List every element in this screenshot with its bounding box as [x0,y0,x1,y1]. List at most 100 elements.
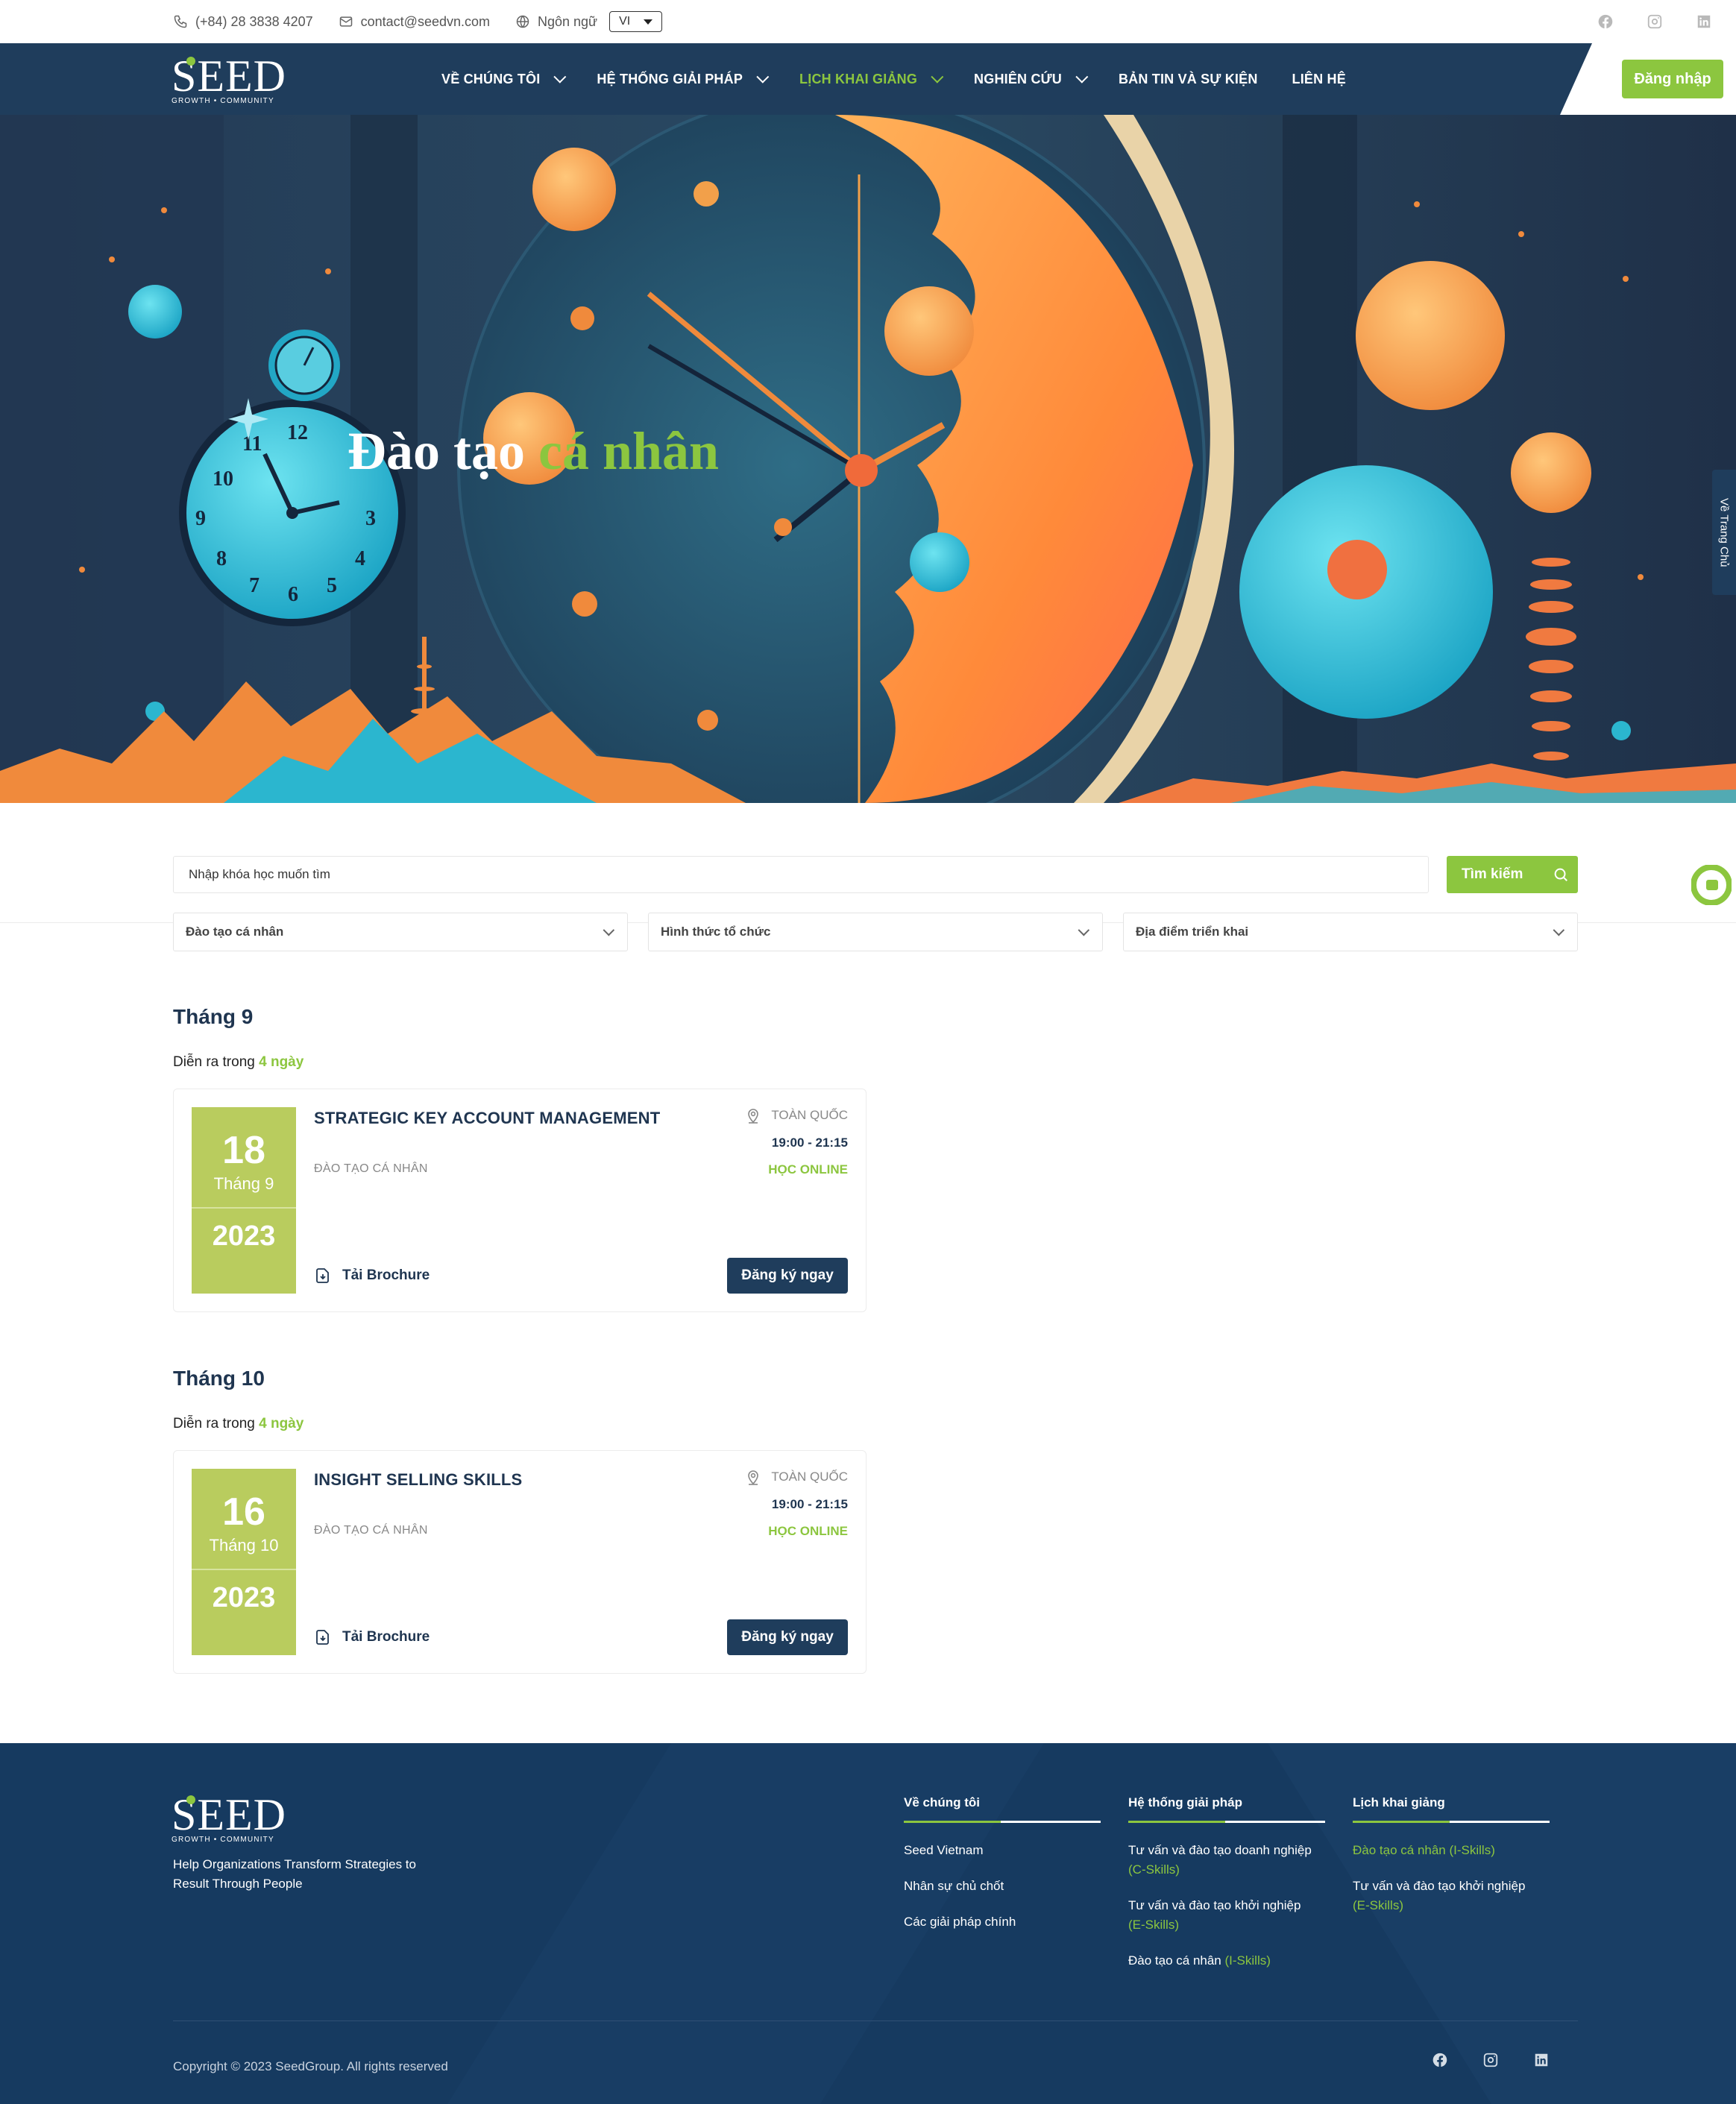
month-title: Tháng 10 [173,1367,265,1390]
language-label: Ngôn ngữ [538,13,598,29]
download-brochure-link[interactable]: Tải Brochure [314,1628,430,1646]
login-button[interactable]: Đăng nhập [1622,60,1723,98]
hero-banner: 11 12 10 938 4765 Đào tạo cá nhân Về Tra… [0,115,1736,803]
language-select[interactable]: VI [609,11,663,32]
facebook-icon[interactable] [1597,13,1614,30]
chevron-down-icon [1075,70,1089,84]
svg-text:9: 9 [195,507,206,530]
seed-logo[interactable]: SEED GROWTH • COMMUNITY [172,51,286,105]
course-date-box: 16 Tháng 10 2023 [192,1469,296,1655]
footer-link[interactable]: Nhân sự chủ chốt [904,1877,1101,1896]
back-to-home-tab[interactable]: Về Trang Chủ [1712,470,1736,595]
hero-illustration: 11 12 10 9 3 8 4 7 6 5 [0,115,1736,803]
logo-dot-icon [186,57,195,66]
nav-item-news-events[interactable]: BẢN TIN VÀ SỰ KIỆN [1119,72,1258,87]
filter-format[interactable]: Hình thức tổ chức [648,913,1103,951]
instagram-icon[interactable] [1647,13,1663,30]
footer-link[interactable]: Đào tạo cá nhân (I-Skills) [1128,1951,1325,1971]
main-navigation: SEED GROWTH • COMMUNITY VỀ CHÚNG TÔI HỆ … [0,43,1736,115]
month-duration: Diễn ra trong 4 ngày [173,1416,304,1431]
chevron-down-icon [553,70,567,84]
course-date-box: 18 Tháng 9 2023 [192,1107,296,1294]
nav-item-research[interactable]: NGHIÊN CỨU [974,70,1089,87]
footer-column-title: Hệ thống giải pháp [1128,1795,1325,1823]
download-brochure-link[interactable]: Tải Brochure [314,1267,430,1285]
chevron-down-icon [1078,924,1090,936]
footer-column-title: Lịch khai giảng [1353,1795,1550,1823]
month-section-september: Tháng 9 Diễn ra trong 4 ngày [173,1005,304,1071]
course-card[interactable]: 16 Tháng 10 2023 INSIGHT SELLING SKILLS … [173,1450,867,1674]
nav-item-contact[interactable]: LIÊN HỆ [1292,72,1346,87]
footer-divider [173,2020,1578,2021]
footer-column-about: Về chúng tôi Seed Vietnam Nhân sự chủ ch… [904,1795,1101,1948]
course-time: 19:00 - 21:15 [771,1497,848,1511]
hero-title: Đào tạo cá nhân [347,421,720,481]
course-location: TOÀN QUỐC [746,1107,848,1124]
course-card[interactable]: 18 Tháng 9 2023 STRATEGIC KEY ACCOUNT MA… [173,1089,867,1312]
course-location: TOÀN QUỐC [746,1469,848,1485]
language-value: VI [619,15,631,28]
download-doc-icon [316,1268,329,1283]
contact-info: (+84) 28 3838 4207 contact@seedvn.com Ng… [173,0,663,43]
nav-item-schedule[interactable]: LỊCH KHAI GIẢNG [799,70,944,87]
search-button-label: Tìm kiếm [1462,866,1523,882]
filter-location[interactable]: Địa điểm triển khai [1123,913,1578,951]
filter-bar: Đào tạo cá nhân Hình thức tổ chức Địa đi… [173,913,1578,951]
phone-contact[interactable]: (+84) 28 3838 4207 [173,14,313,30]
svg-text:4: 4 [355,547,365,570]
course-title[interactable]: STRATEGIC KEY ACCOUNT MANAGEMENT [314,1109,660,1128]
footer-social-links [1432,2052,1550,2068]
top-social-links [1597,0,1712,43]
svg-text:3: 3 [365,507,376,530]
logo-wordmark: SEED [172,51,286,101]
register-button[interactable]: Đăng ký ngay [727,1619,848,1655]
linkedin-icon[interactable] [1533,2052,1550,2068]
chevron-down-icon [931,70,944,84]
logo-dot-icon [186,1795,195,1804]
logo-wordmark: SEED [172,1790,286,1839]
footer-link[interactable]: Seed Vietnam [904,1841,1101,1860]
email-contact[interactable]: contact@seedvn.com [339,14,490,30]
month-title: Tháng 9 [173,1005,254,1028]
register-button[interactable]: Đăng ký ngay [727,1258,848,1294]
course-mode: HỌC ONLINE [768,1162,848,1177]
search-input[interactable]: Nhập khóa học muốn tìm [173,856,1429,893]
linkedin-icon[interactable] [1696,13,1712,30]
chevron-down-icon [1553,924,1565,936]
svg-text:12: 12 [287,421,308,444]
chat-widget-icon[interactable] [1691,865,1732,905]
chevron-down-icon [603,924,615,936]
nav-menu: VỀ CHÚNG TÔI HỆ THỐNG GIẢI PHÁP LỊCH KHA… [441,43,1380,115]
footer-link[interactable]: Đào tạo cá nhân (I-Skills) [1353,1841,1550,1860]
nav-item-solutions[interactable]: HỆ THỐNG GIẢI PHÁP [597,70,770,87]
svg-text:10: 10 [213,467,233,491]
svg-text:5: 5 [327,574,337,597]
svg-text:8: 8 [216,547,227,570]
instagram-icon[interactable] [1482,2052,1499,2068]
footer-column-schedule: Lịch khai giảng Đào tạo cá nhân (I-Skill… [1353,1795,1550,1932]
footer-link[interactable]: Tư vấn và đào tạo khởi nghiệp (E-Skills) [1353,1877,1550,1915]
course-category: ĐÀO TẠO CÁ NHÂN [314,1524,428,1537]
course-search: Nhập khóa học muốn tìm Tìm kiếm [173,856,1578,893]
footer-column-title: Về chúng tôi [904,1795,1101,1823]
facebook-icon[interactable] [1432,2052,1448,2068]
language-switcher: Ngôn ngữ VI [515,11,663,32]
phone-number: (+84) 28 3838 4207 [195,13,313,29]
footer-logo[interactable]: SEED GROWTH • COMMUNITY [172,1790,286,1844]
svg-text:11: 11 [242,432,262,456]
nav-item-about[interactable]: VỀ CHÚNG TÔI [441,70,567,87]
search-button[interactable]: Tìm kiếm [1447,856,1578,893]
download-doc-icon [316,1630,329,1645]
globe-icon [516,15,529,28]
top-bar: (+84) 28 3838 4207 contact@seedvn.com Ng… [0,0,1736,43]
footer-link[interactable]: Tư vấn và đào tạo doanh nghiệp (C-Skills) [1128,1841,1325,1880]
footer-link[interactable]: Các giải pháp chính [904,1912,1101,1932]
month-duration: Diễn ra trong 4 ngày [173,1054,304,1070]
search-icon [1555,868,1568,881]
footer-link[interactable]: Tư vấn và đào tạo khởi nghiệp (E-Skills) [1128,1896,1325,1935]
course-time: 19:00 - 21:15 [771,1136,848,1150]
site-footer: SEED GROWTH • COMMUNITY Help Organizatio… [0,1743,1736,2104]
footer-column-solutions: Hệ thống giải pháp Tư vấn và đào tạo doa… [1128,1795,1325,1987]
course-title[interactable]: INSIGHT SELLING SKILLS [314,1470,522,1490]
filter-training-type[interactable]: Đào tạo cá nhân [173,913,628,951]
